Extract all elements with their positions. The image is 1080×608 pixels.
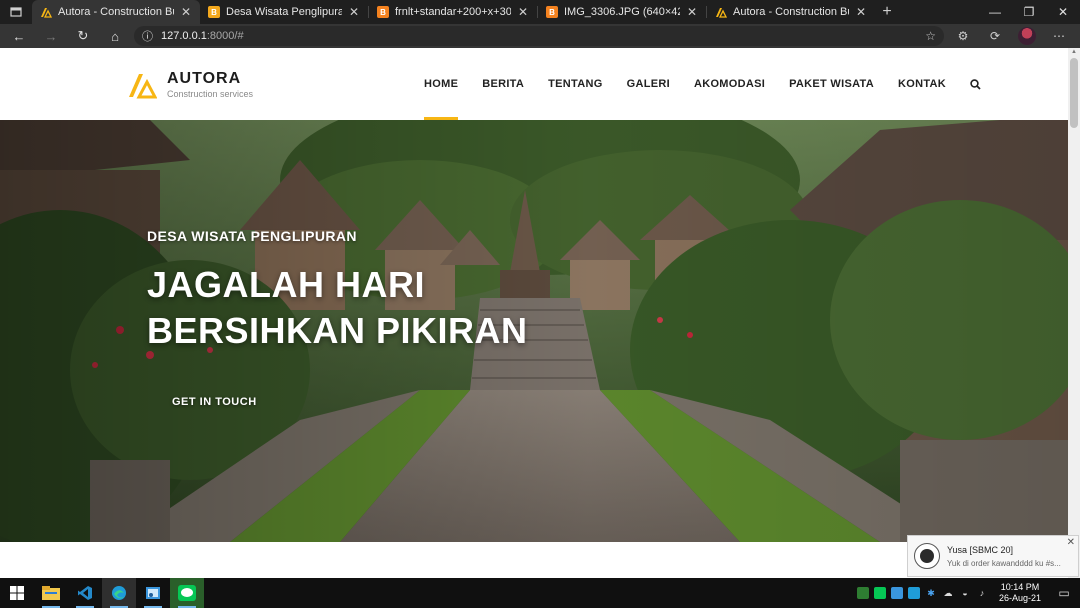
avatar-glyph bbox=[920, 549, 934, 563]
sender-avatar bbox=[914, 543, 940, 569]
snipping-tool-icon[interactable] bbox=[136, 578, 170, 608]
nav-kontak[interactable]: KONTAK bbox=[886, 48, 958, 120]
nav-galeri[interactable]: GALERI bbox=[615, 48, 682, 120]
scroll-up-arrow-icon[interactable]: ▲ bbox=[1071, 49, 1077, 55]
site-logo[interactable]: AUTORA Construction services bbox=[127, 70, 253, 99]
profile-avatar bbox=[1018, 27, 1036, 45]
maximize-button[interactable]: ❐ bbox=[1012, 0, 1046, 24]
tab-close-icon[interactable]: ✕ bbox=[348, 5, 360, 19]
windows-logo-icon bbox=[10, 586, 24, 600]
browser-toolbar: ← → ↻ ⌂ ⓘ 127.0.0.1:8000/# ☆ ⚙ ⟳ ⋯ bbox=[0, 24, 1080, 48]
settings-more-icon[interactable]: ⋯ bbox=[1046, 26, 1072, 46]
bluetooth-icon[interactable]: ✱ bbox=[925, 587, 937, 599]
sync-icon[interactable]: ⟳ bbox=[982, 26, 1008, 46]
blogger-icon: B bbox=[377, 6, 389, 18]
notification-body: Yusa [SBMC 20] Yuk di order kawandddd ku… bbox=[947, 545, 1072, 568]
clock-date: 26-Aug-21 bbox=[998, 593, 1041, 603]
browser-title-bar: Autora - Construction Business I ✕ B Des… bbox=[0, 0, 1080, 24]
tray-app-icon[interactable] bbox=[890, 587, 903, 599]
hero-banner: DESA WISATA PENGLIPURAN JAGALAH HARI BER… bbox=[0, 120, 1068, 542]
tab-close-icon[interactable]: ✕ bbox=[517, 5, 529, 19]
url-text: 127.0.0.1:8000/# bbox=[161, 30, 244, 42]
tab-close-icon[interactable]: ✕ bbox=[180, 5, 192, 19]
notification-message: Yuk di order kawandddd ku #s... bbox=[947, 558, 1061, 568]
notification-sender: Yusa [SBMC 20] bbox=[947, 544, 1014, 555]
extension-icon[interactable]: ⚙ bbox=[950, 26, 976, 46]
autora-logo-icon bbox=[40, 6, 52, 18]
site-header: AUTORA Construction services HOME BERITA… bbox=[0, 48, 1068, 120]
add-favorite-icon[interactable]: ☆ bbox=[925, 29, 936, 43]
tab-autora-1[interactable]: Autora - Construction Business I ✕ bbox=[32, 0, 200, 24]
new-tab-button[interactable]: + bbox=[875, 0, 899, 24]
url-host: 127.0.0.1 bbox=[161, 30, 207, 42]
hero-title-line-1: JAGALAH HARI bbox=[147, 264, 426, 305]
close-window-button[interactable]: ✕ bbox=[1046, 0, 1080, 24]
tab-desa-wisata[interactable]: B Desa Wisata Penglipuran ✕ bbox=[200, 0, 368, 24]
nav-home[interactable]: HOME bbox=[412, 48, 470, 120]
site-info-icon[interactable]: ⓘ bbox=[142, 28, 153, 44]
vscode-icon[interactable] bbox=[68, 578, 102, 608]
window-controls: — ❐ ✕ bbox=[978, 0, 1080, 24]
tab-close-icon[interactable]: ✕ bbox=[686, 5, 698, 19]
hero-title-line-2: BERSIHKAN PIKIRAN bbox=[147, 310, 528, 351]
hero-title: JAGALAH HARI BERSIHKAN PIKIRAN bbox=[147, 262, 528, 354]
blogger-icon: B bbox=[208, 6, 220, 18]
tab-title: IMG_3306.JPG (640×426) bbox=[564, 6, 680, 18]
scrollbar-thumb[interactable] bbox=[1070, 58, 1078, 128]
tray-app-icon[interactable] bbox=[873, 587, 886, 599]
notification-close-icon[interactable]: ✕ bbox=[1067, 537, 1075, 548]
edge-icon[interactable] bbox=[102, 578, 136, 608]
logo-tagline: Construction services bbox=[167, 89, 254, 99]
windows-taskbar: ✱ ☁ ◒ ♪ 10:14 PM 26-Aug-21 ▭ bbox=[0, 578, 1080, 608]
network-icon[interactable]: ◒ bbox=[959, 587, 971, 599]
tab-actions-menu-icon[interactable] bbox=[0, 0, 32, 24]
nav-paket-wisata[interactable]: PAKET WISATA bbox=[777, 48, 886, 120]
tab-frnlt[interactable]: B frnlt+standar+200+x+300+%3D ✕ bbox=[369, 0, 537, 24]
notification-toast[interactable]: Yusa [SBMC 20] Yuk di order kawandddd ku… bbox=[907, 535, 1079, 577]
tab-title: Desa Wisata Penglipuran bbox=[226, 6, 342, 18]
file-explorer-icon[interactable] bbox=[34, 578, 68, 608]
reload-button[interactable]: ↻ bbox=[70, 26, 96, 46]
tab-title: Autora - Construction Business I bbox=[58, 6, 174, 18]
logo-text: AUTORA Construction services bbox=[167, 70, 253, 99]
action-center-icon[interactable]: ▭ bbox=[1052, 586, 1076, 600]
main-navigation: HOME BERITA TENTANG GALERI AKOMODASI PAK… bbox=[412, 48, 993, 120]
tab-title: Autora - Construction Business I bbox=[733, 6, 849, 18]
nav-akomodasi[interactable]: AKOMODASI bbox=[682, 48, 777, 120]
address-bar[interactable]: ⓘ 127.0.0.1:8000/# ☆ bbox=[134, 26, 944, 46]
search-icon[interactable] bbox=[958, 48, 993, 120]
forward-button[interactable]: → bbox=[38, 26, 64, 46]
minimize-button[interactable]: — bbox=[978, 0, 1012, 24]
home-button[interactable]: ⌂ bbox=[102, 26, 128, 46]
line-icon[interactable] bbox=[170, 578, 204, 608]
tab-img-3306[interactable]: B IMG_3306.JPG (640×426) ✕ bbox=[538, 0, 706, 24]
profile-button[interactable] bbox=[1014, 26, 1040, 46]
tab-title: frnlt+standar+200+x+300+%3D bbox=[395, 6, 511, 18]
tab-autora-2[interactable]: Autora - Construction Business I ✕ bbox=[707, 0, 875, 24]
hero-text: DESA WISATA PENGLIPURAN JAGALAH HARI BER… bbox=[147, 228, 528, 354]
get-in-touch-button[interactable]: GET IN TOUCH bbox=[172, 396, 257, 408]
tray-app-icon[interactable] bbox=[907, 587, 920, 599]
url-path: :8000/# bbox=[206, 30, 244, 42]
tray-app-icon[interactable] bbox=[856, 587, 869, 599]
autora-logo-icon bbox=[715, 6, 727, 18]
nav-berita[interactable]: BERITA bbox=[470, 48, 536, 120]
back-button[interactable]: ← bbox=[6, 26, 32, 46]
nav-tentang[interactable]: TENTANG bbox=[536, 48, 614, 120]
page-scrollbar[interactable]: ▲ bbox=[1068, 48, 1080, 578]
taskbar-clock[interactable]: 10:14 PM 26-Aug-21 bbox=[993, 582, 1047, 604]
volume-muted-icon[interactable]: ♪ bbox=[976, 587, 988, 599]
hero-kicker: DESA WISATA PENGLIPURAN bbox=[147, 228, 357, 244]
blogger-icon: B bbox=[546, 6, 558, 18]
onedrive-icon[interactable]: ☁ bbox=[942, 587, 954, 599]
tab-close-icon[interactable]: ✕ bbox=[855, 5, 867, 19]
system-tray: ✱ ☁ ◒ ♪ 10:14 PM 26-Aug-21 ▭ bbox=[856, 582, 1080, 604]
clock-time: 10:14 PM bbox=[1000, 582, 1040, 592]
logo-brand: AUTORA bbox=[167, 70, 242, 87]
autora-logo-icon bbox=[129, 73, 157, 98]
start-button[interactable] bbox=[0, 578, 34, 608]
page-viewport: AUTORA Construction services HOME BERITA… bbox=[0, 48, 1068, 578]
